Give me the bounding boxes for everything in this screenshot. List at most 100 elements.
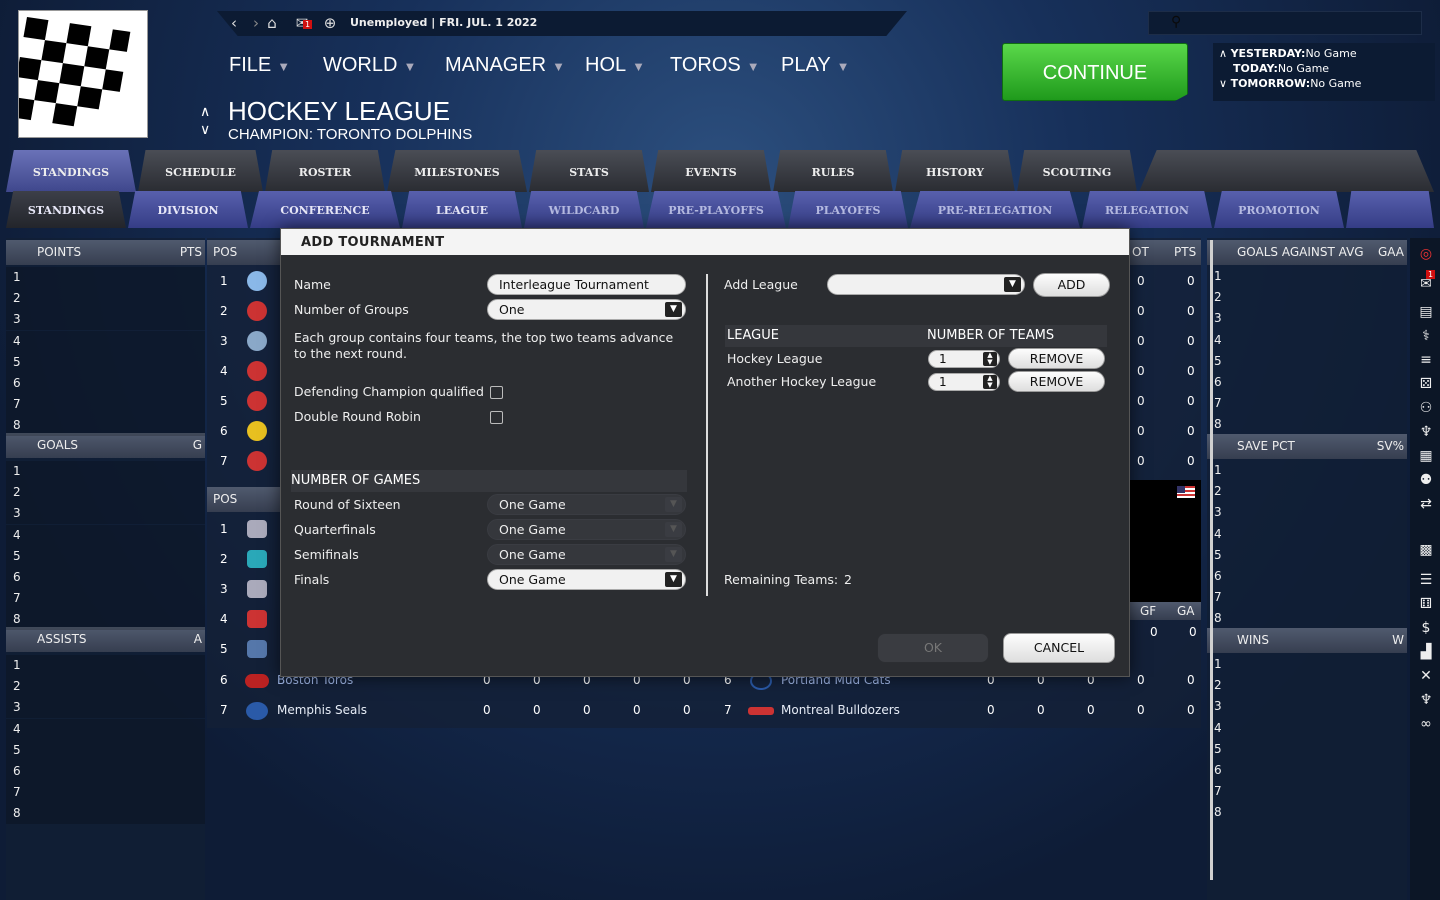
save-pct-header[interactable]: SAVE PCT SV% — [1207, 434, 1407, 459]
right-scrollbar[interactable] — [1210, 240, 1213, 880]
chevron-down-icon: ▼ — [836, 59, 850, 74]
team-logo-icon[interactable] — [247, 520, 267, 538]
rank-number: 5 — [13, 548, 21, 563]
round-of-sixteen-select[interactable]: One Game ▼ — [487, 494, 686, 515]
continue-button[interactable]: CONTINUE — [1002, 43, 1188, 101]
subtab-league[interactable]: LEAGUE — [402, 191, 522, 228]
list-icon[interactable]: ☰ — [1418, 572, 1434, 588]
transfer-icon[interactable]: ⇄ — [1418, 496, 1434, 512]
team-logo-icon[interactable] — [247, 610, 267, 628]
subtab-division[interactable]: DIVISION — [128, 191, 248, 228]
subtab-playoffs[interactable]: PLAYOFFS — [788, 191, 908, 228]
rank-row — [6, 567, 205, 588]
dice-icon[interactable]: ⚅ — [1418, 596, 1434, 612]
bar-chart-icon[interactable]: ▟ — [1418, 644, 1434, 660]
users-icon[interactable]: ⚇ — [1418, 400, 1434, 416]
team-link-montreal-bulldozers[interactable]: Montreal Bulldozers — [781, 703, 900, 717]
add-league-select[interactable]: ▼ — [827, 274, 1025, 295]
subtab-conference[interactable]: CONFERENCE — [250, 191, 400, 228]
ok-button[interactable]: OK — [877, 633, 989, 663]
tab-stats[interactable]: STATS — [529, 150, 649, 192]
side-icon-bar: ◎ ✉ 1 ▤ ⚕ ≡ ⚄ ⚇ ♆ ▦ ⚉ ⇄ ▩ ☰ ⚅ $ ▟ ✕ ♆ ∞ — [1410, 238, 1440, 900]
add-league-button[interactable]: ADD — [1033, 273, 1110, 297]
team-logo-icon[interactable] — [247, 580, 267, 598]
back-icon[interactable]: ‹ — [225, 14, 243, 32]
team-logo-icon[interactable] — [247, 391, 267, 411]
team-logo-icon[interactable] — [247, 550, 267, 568]
gaa-header[interactable]: GOALS AGAINST AVG GAA — [1207, 240, 1407, 265]
dollar-icon[interactable]: $ — [1418, 620, 1434, 636]
hockey-stick-icon[interactable]: ⚕ — [1418, 328, 1434, 344]
double-round-robin-checkbox[interactable] — [490, 411, 503, 424]
groups-select[interactable]: One ▼ — [487, 299, 686, 320]
document-icon[interactable]: ▦ — [1418, 448, 1434, 464]
tab-standings[interactable]: STANDINGS — [6, 150, 136, 192]
pos-number: 7 — [220, 454, 228, 468]
trophy-icon[interactable]: ♆ — [1418, 692, 1434, 708]
points-header[interactable]: POINTS PTS — [6, 240, 205, 265]
team-logo-icon[interactable] — [247, 421, 267, 441]
list-icon[interactable]: ≡ — [1418, 352, 1434, 368]
team-logo-icon[interactable] — [247, 361, 267, 381]
tab-events[interactable]: EVENTS — [651, 150, 771, 192]
clipboard-icon[interactable]: ▤ — [1418, 304, 1434, 320]
dice-icon[interactable]: ⚄ — [1418, 376, 1434, 392]
seals-logo-icon — [246, 702, 268, 720]
league-next-icon[interactable]: ∨ — [200, 122, 210, 138]
team-logo-icon[interactable] — [247, 331, 267, 351]
trophy-icon[interactable]: ♆ — [1418, 424, 1434, 440]
goals-header[interactable]: GOALS G — [6, 433, 205, 458]
team-link-memphis-seals[interactable]: Memphis Seals — [277, 703, 367, 717]
crossed-sticks-icon[interactable]: ✕ — [1418, 668, 1434, 684]
team-logo-icon[interactable] — [247, 451, 267, 471]
tab-history[interactable]: HISTORY — [895, 150, 1015, 192]
league-prev-icon[interactable]: ∧ — [200, 104, 210, 120]
subtab-relegation[interactable]: RELEGATION — [1082, 191, 1212, 228]
defending-champion-checkbox[interactable] — [490, 386, 503, 399]
tab-roster[interactable]: ROSTER — [265, 150, 385, 192]
tab-milestones[interactable]: MILESTONES — [387, 150, 527, 192]
cancel-button[interactable]: CANCEL — [1003, 633, 1115, 663]
search-bar[interactable]: ⚲ — [1148, 11, 1422, 35]
rank-row — [6, 482, 205, 504]
subtab-pre-relegation[interactable]: PRE-RELEGATION — [910, 191, 1080, 228]
finance-users-icon[interactable]: ⚉ — [1418, 472, 1434, 488]
menu-play[interactable]: PLAY ▼ — [781, 54, 850, 77]
pos-number: 4 — [220, 364, 228, 378]
checkered-flag-icon[interactable]: ▩ — [1418, 542, 1434, 558]
team-count-stepper[interactable]: 1 ▲ ▼ — [928, 373, 1000, 391]
menu-world[interactable]: WORLD ▼ — [323, 54, 416, 77]
team-count-stepper[interactable]: 1 ▲ ▼ — [928, 350, 1000, 368]
employment-status: Unemployed | — [350, 16, 436, 29]
binoculars-icon[interactable]: ∞ — [1418, 716, 1434, 732]
tab-scouting[interactable]: SCOUTING — [1017, 150, 1137, 192]
pts-value: 0 — [1187, 304, 1195, 318]
tab-schedule[interactable]: SCHEDULE — [138, 150, 263, 192]
wins-header[interactable]: WINS W — [1207, 628, 1407, 653]
globe-icon[interactable]: ⊕ — [321, 14, 339, 32]
subtab-pre-playoffs[interactable]: PRE-PLAYOFFS — [646, 191, 786, 228]
team-logo-icon[interactable]: ◎ — [1418, 246, 1434, 262]
menu-toros[interactable]: TOROS ▼ — [670, 54, 760, 77]
quarterfinals-select[interactable]: One Game ▼ — [487, 519, 686, 540]
subtab-promotion[interactable]: PROMOTION — [1214, 191, 1344, 228]
team-logo-icon[interactable] — [247, 271, 267, 291]
finals-select[interactable]: One Game ▼ — [487, 569, 686, 590]
menu-file[interactable]: FILE ▼ — [229, 54, 290, 77]
subtab-wildcard[interactable]: WILDCARD — [524, 191, 644, 228]
tab-rules[interactable]: RULES — [773, 150, 893, 192]
team-logo-icon[interactable] — [247, 640, 267, 658]
menu-hol[interactable]: HOL ▼ — [585, 54, 645, 77]
rank-number: 3 — [1214, 699, 1222, 714]
home-icon[interactable]: ⌂ — [263, 14, 281, 32]
team-logo-icon[interactable] — [247, 301, 267, 321]
rank-number: 1 — [13, 658, 21, 672]
remove-league-button[interactable]: REMOVE — [1008, 348, 1105, 369]
semifinals-select[interactable]: One Game ▼ — [487, 544, 686, 565]
subtab-standings[interactable]: STANDINGS — [6, 191, 126, 228]
remove-league-button[interactable]: REMOVE — [1008, 371, 1105, 392]
menu-manager[interactable]: MANAGER ▼ — [445, 54, 565, 77]
assists-header[interactable]: ASSISTS A — [6, 627, 205, 652]
top-toolbar: ‹ › ⌂ ✉ 1 ⊕ — [217, 11, 907, 36]
name-input[interactable]: Interleague Tournament — [487, 274, 686, 295]
